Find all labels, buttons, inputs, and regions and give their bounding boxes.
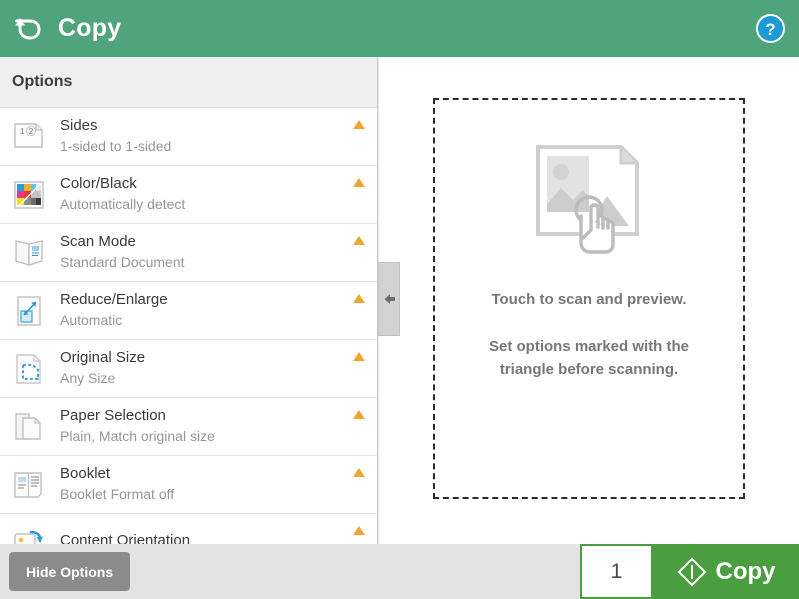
option-text: Content Orientation [60,532,190,544]
option-row-content-orientation[interactable]: Content Orientation [0,514,377,544]
option-row-booklet[interactable]: Booklet Booklet Format off [0,456,377,514]
warning-triangle-icon [353,352,365,361]
warning-triangle-icon [353,468,365,477]
option-label: Reduce/Enlarge [60,290,168,308]
svg-text:1: 1 [20,127,25,136]
open-book-icon [10,234,48,272]
option-value: Plain, Match original size [60,428,215,445]
help-question-icon: ? [756,14,785,43]
options-header-label: Options [12,73,73,90]
option-text: Scan Mode Standard Document [60,233,185,273]
arrow-left-icon [384,294,395,304]
bottom-right-group: 1 Copy [580,544,799,599]
copy-screen: Copy ? Options 1 2 Sides 1-sided to 1-si… [0,0,799,599]
sides-document-icon: 1 2 [10,118,48,156]
warning-triangle-icon [353,236,365,245]
page-title: Copy [58,14,122,42]
option-label: Scan Mode [60,232,136,250]
option-row-original-size[interactable]: Original Size Any Size [0,340,377,398]
option-value: Booklet Format off [60,486,175,503]
content-orientation-icon [10,524,48,544]
preview-instruction-primary: Touch to scan and preview. [491,291,687,308]
start-diamond-icon [677,557,706,586]
option-value: 1-sided to 1-sided [60,138,172,155]
preview-instruction-secondary: Set options marked with the triangle bef… [488,338,690,379]
copy-start-button[interactable]: Copy [653,544,799,599]
warning-triangle-icon [353,294,365,303]
option-text: Color/Black Automatically detect [60,175,185,215]
option-text: Sides 1-sided to 1-sided [60,117,171,157]
option-text: Booklet Booklet Format off [60,465,174,505]
options-list: 1 2 Sides 1-sided to 1-sided Color/Black… [0,108,377,544]
option-label: Original Size [60,348,146,366]
option-text: Paper Selection Plain, Match original si… [60,407,215,447]
scan-preview-touch-area[interactable]: Touch to scan and preview. Set options m… [433,98,745,499]
copy-button-label: Copy [715,557,776,585]
hide-options-label: Hide Options [26,563,114,580]
option-row-reduce-enlarge[interactable]: Reduce/Enlarge Automatic [0,282,377,340]
option-label: Sides [60,116,98,134]
bottom-action-bar: Hide Options 1 Copy [0,544,799,599]
copy-count-field[interactable]: 1 [580,544,653,599]
resize-arrows-icon [10,292,48,330]
booklet-icon [10,466,48,504]
warning-triangle-icon [353,178,365,187]
paper-stack-icon [10,408,48,446]
option-label: Paper Selection [60,406,166,424]
back-arrow-icon [15,18,41,40]
option-label: Booklet [60,464,111,482]
options-header: Options [0,57,377,108]
option-label: Color/Black [60,174,137,192]
copy-count-value: 1 [610,559,623,583]
help-button[interactable]: ? [756,14,785,43]
option-text: Original Size Any Size [60,349,145,389]
option-row-color-black[interactable]: Color/Black Automatically detect [0,166,377,224]
option-value: Automatically detect [60,196,186,213]
option-row-paper-selection[interactable]: Paper Selection Plain, Match original si… [0,398,377,456]
back-button[interactable] [0,0,56,57]
warning-triangle-icon [353,526,365,535]
option-value: Automatic [60,312,123,329]
original-size-page-icon [10,350,48,388]
app-header: Copy ? [0,0,799,57]
option-value: Standard Document [60,254,185,271]
options-sidebar: Options 1 2 Sides 1-sided to 1-sided Col… [0,57,378,544]
svg-text:2: 2 [29,127,34,136]
image-touch-placeholder-icon [533,142,645,263]
warning-triangle-icon [353,410,365,419]
option-label: Content Orientation [60,532,191,544]
option-row-scan-mode[interactable]: Scan Mode Standard Document [0,224,377,282]
color-black-grid-icon [10,176,48,214]
sidebar-collapse-handle[interactable] [378,262,400,336]
svg-text:?: ? [765,20,775,39]
hide-options-button[interactable]: Hide Options [9,552,131,591]
warning-triangle-icon [353,120,365,129]
preview-pane: Touch to scan and preview. Set options m… [379,57,799,544]
option-text: Reduce/Enlarge Automatic [60,291,168,331]
option-row-sides[interactable]: 1 2 Sides 1-sided to 1-sided [0,108,377,166]
option-value: Any Size [60,370,116,387]
